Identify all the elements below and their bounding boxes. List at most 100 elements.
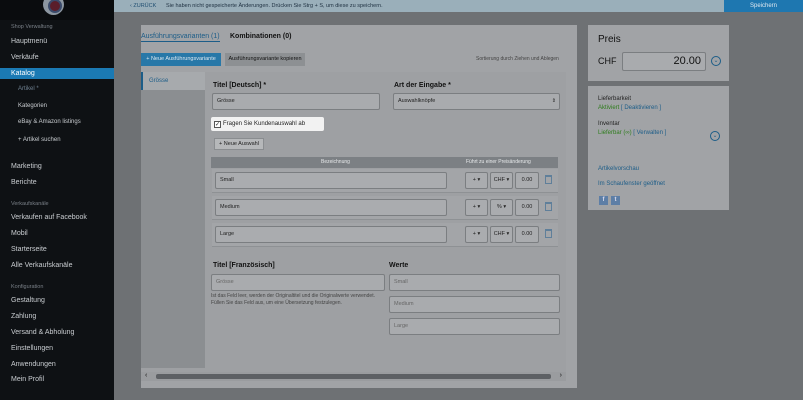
variant-tab-size[interactable]: Grösse <box>141 72 205 90</box>
trash-icon[interactable] <box>545 202 552 211</box>
value-medium-input[interactable]: Medium <box>389 296 560 313</box>
inventory-status: Lieferbar (∞) [ Verwalten ] <box>598 130 666 136</box>
tab-variants[interactable]: Ausführungsvarianten (1) <box>141 33 220 42</box>
unit-value: CHF <box>493 231 505 237</box>
option-price-input[interactable]: 0.00 <box>515 226 539 243</box>
values-label: Werte <box>389 262 409 269</box>
price-label: Preis <box>598 34 621 45</box>
sign-value: + <box>472 204 476 210</box>
option-unit-select[interactable]: CHF ▾ <box>490 226 513 243</box>
sidebar-header-config: Konfiguration <box>11 284 44 290</box>
sidebar-item-marketing[interactable]: Marketing <box>11 163 42 170</box>
product-preview-link[interactable]: Artikelvorschau <box>598 166 639 172</box>
option-sign-select[interactable]: + ▾ <box>465 172 488 189</box>
title-fr-input[interactable]: Grösse <box>211 274 385 291</box>
input-type-value: Auswahlknöpfe <box>398 98 436 104</box>
option-name-input[interactable]: Medium <box>215 199 447 216</box>
chevron-down-icon[interactable]: ⌄ <box>710 131 720 141</box>
variant-tab-list: Grösse <box>141 72 205 368</box>
title-de-input[interactable]: Grösse <box>212 93 380 110</box>
sidebar-item-apps[interactable]: Anwendungen <box>11 361 56 368</box>
sidebar: Shop Verwaltung Hauptmenü Verkäufe Katal… <box>0 0 114 400</box>
options-table-header: Bezeichnung Führt zu einer Preisänderung <box>211 157 558 168</box>
select-arrows-icon: ⇕ <box>551 98 556 104</box>
option-unit-select[interactable]: CHF ▾ <box>490 172 513 189</box>
back-label: ZURÜCK <box>133 3 157 9</box>
trash-icon[interactable] <box>545 175 552 184</box>
showcase-link[interactable]: Im Schaufenster geöffnet <box>598 181 665 187</box>
logo-icon <box>43 0 64 15</box>
sign-value: + <box>472 231 476 237</box>
save-button[interactable]: Speichern <box>724 0 803 12</box>
availability-label: Lieferbarkeit <box>598 96 632 102</box>
deactivate-link[interactable]: [ Deaktivieren ] <box>621 105 661 111</box>
title-fr-label: Titel [Französisch] <box>213 262 275 269</box>
sign-value: + <box>472 177 476 183</box>
price-input[interactable]: 20.00 <box>622 52 706 71</box>
option-sign-select[interactable]: + ▾ <box>465 199 488 216</box>
checkbox-checked-icon[interactable]: ✓ <box>214 121 221 128</box>
option-sign-select[interactable]: + ▾ <box>465 226 488 243</box>
trash-icon[interactable] <box>545 229 552 238</box>
sidebar-item-search-products[interactable]: + Artikel suchen <box>18 137 61 143</box>
sidebar-item-ebay-amazon[interactable]: eBay & Amazon listings <box>18 119 81 125</box>
back-link[interactable]: ‹ ZURÜCK <box>130 0 156 12</box>
scrollbar-thumb[interactable] <box>156 374 551 379</box>
unit-value: CHF <box>493 177 505 183</box>
sidebar-item-mobile[interactable]: Mobil <box>11 230 28 237</box>
variants-card: Ausführungsvarianten (1) Kombinationen (… <box>141 25 577 388</box>
ask-customer-choice[interactable]: ✓ Fragen Sie Kundenauswahl ab <box>211 117 324 131</box>
scroll-left-icon[interactable]: ‹ <box>145 372 147 379</box>
input-type-label: Art der Eingabe * <box>394 82 451 89</box>
unsaved-banner: ‹ ZURÜCK Sie haben nicht gespeicherte Än… <box>114 0 803 12</box>
availability-status: Aktiviert [ Deaktivieren ] <box>598 105 661 111</box>
scroll-right-icon[interactable]: › <box>560 372 562 379</box>
option-price-input[interactable]: 0.00 <box>515 199 539 216</box>
option-price-input[interactable]: 0.00 <box>515 172 539 189</box>
new-option-button[interactable]: + Neue Auswahl <box>214 138 264 150</box>
sidebar-item-reports[interactable]: Berichte <box>11 179 37 186</box>
sidebar-item-facebook[interactable]: Verkaufen auf Facebook <box>11 214 87 221</box>
value-small-input[interactable]: Small <box>389 274 560 291</box>
col-name-header: Bezeichnung <box>321 159 350 165</box>
value-large-input[interactable]: Large <box>389 318 560 335</box>
unsaved-message: Sie haben nicht gespeicherte Änderungen.… <box>166 3 383 9</box>
logo <box>0 0 114 20</box>
sidebar-item-home[interactable]: Hauptmenü <box>11 38 47 45</box>
availability-card: Lieferbarkeit Aktiviert [ Deaktivieren ]… <box>588 86 729 210</box>
sidebar-item-profile[interactable]: Mein Profil <box>11 376 44 383</box>
inventory-label: Inventar <box>598 121 620 127</box>
input-type-select[interactable]: Auswahlknöpfe ⇕ <box>393 93 560 110</box>
sort-hint: Sortierung durch Ziehen und Ablegen <box>476 56 559 62</box>
new-variant-button[interactable]: + Neue Ausführungsvariante <box>141 53 221 66</box>
translation-hint: Ist das Feld leer, werden der Originalti… <box>211 293 375 306</box>
sidebar-item-all-channels[interactable]: Alle Verkaufskanäle <box>11 262 72 269</box>
option-name-input[interactable]: Large <box>215 226 447 243</box>
sidebar-item-catalog[interactable]: Katalog <box>0 68 114 79</box>
sidebar-item-settings[interactable]: Einstellungen <box>11 345 53 352</box>
sidebar-item-payment[interactable]: Zahlung <box>11 313 36 320</box>
sidebar-header-shop: Shop Verwaltung <box>11 24 53 30</box>
chevron-down-icon[interactable]: ⌄ <box>711 56 721 66</box>
sidebar-item-starter[interactable]: Starterseite <box>11 246 47 253</box>
manage-link[interactable]: [ Verwalten ] <box>633 130 666 136</box>
title-de-label: Titel [Deutsch] * <box>213 82 267 89</box>
sidebar-item-shipping[interactable]: Versand & Abholung <box>11 329 74 336</box>
option-name-input[interactable]: Small <box>215 172 447 189</box>
availability-active: Aktiviert <box>598 105 620 111</box>
sidebar-item-categories[interactable]: Kategorien <box>18 103 47 109</box>
sidebar-item-products[interactable]: Artikel * <box>18 86 39 92</box>
sidebar-item-design[interactable]: Gestaltung <box>11 297 45 304</box>
option-row: Small + ▾ CHF ▾ 0.00 <box>212 169 558 193</box>
horizontal-scrollbar[interactable]: ‹ › <box>141 372 566 381</box>
facebook-icon[interactable]: f <box>599 196 608 205</box>
checkbox-label: Fragen Sie Kundenauswahl ab <box>223 121 306 127</box>
twitter-icon[interactable]: t <box>611 196 620 205</box>
option-row: Large + ▾ CHF ▾ 0.00 <box>212 223 558 247</box>
sidebar-item-sales[interactable]: Verkäufe <box>11 54 39 61</box>
copy-variant-button[interactable]: Ausführungsvariante kopieren <box>225 53 305 66</box>
in-stock-text: Lieferbar (∞) <box>598 130 632 136</box>
option-unit-select[interactable]: % ▾ <box>490 199 513 216</box>
price-currency: CHF <box>598 56 617 66</box>
tab-combinations[interactable]: Kombinationen (0) <box>230 33 291 40</box>
